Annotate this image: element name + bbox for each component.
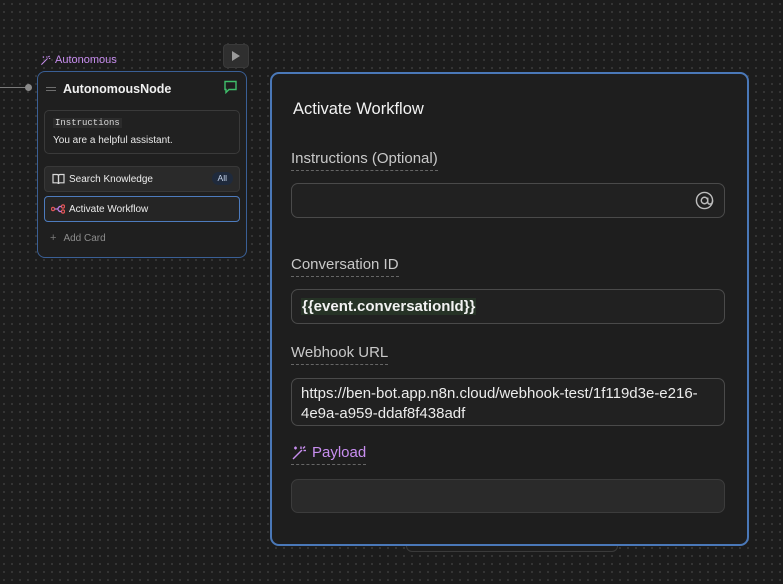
instructions-field-label: Instructions (Optional) bbox=[291, 150, 438, 171]
payload-label-text: Payload bbox=[312, 444, 367, 461]
instructions-card[interactable]: Instructions You are a helpful assistant… bbox=[44, 110, 240, 154]
play-icon bbox=[232, 51, 240, 61]
magic-wand-icon bbox=[292, 445, 306, 459]
activate-workflow-label: Activate Workflow bbox=[69, 203, 149, 215]
panel-title: Activate Workflow bbox=[293, 100, 424, 118]
conversation-id-label: Conversation ID bbox=[291, 256, 399, 277]
instructions-label: Instructions bbox=[53, 118, 122, 128]
drag-handle-icon[interactable] bbox=[46, 87, 56, 91]
book-icon bbox=[51, 172, 65, 186]
conversation-id-value: {{event.conversationId}} bbox=[301, 298, 477, 315]
chat-icon[interactable] bbox=[223, 80, 238, 94]
run-node-button[interactable] bbox=[223, 44, 249, 68]
conversation-id-field[interactable]: {{event.conversationId}} bbox=[291, 289, 725, 324]
node-title: AutonomousNode bbox=[63, 82, 172, 96]
node-type-tag: Autonomous bbox=[40, 54, 117, 66]
webhook-url-label: Webhook URL bbox=[291, 344, 389, 365]
search-knowledge-label: Search Knowledge bbox=[69, 173, 153, 185]
instructions-text: You are a helpful assistant. bbox=[53, 135, 173, 146]
magic-wand-icon bbox=[41, 55, 51, 65]
node-type-label: Autonomous bbox=[55, 54, 117, 66]
payload-label: Payload bbox=[291, 444, 367, 465]
search-knowledge-card[interactable]: Search Knowledge All bbox=[44, 166, 240, 192]
node-header: AutonomousNode bbox=[46, 80, 240, 98]
at-icon[interactable] bbox=[695, 191, 714, 210]
plus-icon: + bbox=[50, 232, 57, 244]
webhook-url-value: https://ben-bot.app.n8n.cloud/webhook-te… bbox=[301, 385, 698, 422]
webhook-url-field[interactable]: https://ben-bot.app.n8n.cloud/webhook-te… bbox=[291, 378, 725, 426]
edge-connector bbox=[0, 87, 28, 88]
autonomous-node[interactable]: AutonomousNode Instructions You are a he… bbox=[37, 71, 247, 258]
instructions-field[interactable] bbox=[291, 183, 725, 218]
scope-badge[interactable]: All bbox=[211, 172, 233, 185]
payload-field[interactable] bbox=[291, 479, 725, 513]
add-card-button[interactable]: + Add Card bbox=[50, 232, 106, 244]
activate-workflow-card[interactable]: Activate Workflow bbox=[44, 196, 240, 222]
workflow-icon bbox=[51, 202, 65, 216]
activate-workflow-panel: Activate Workflow Instructions (Optional… bbox=[270, 72, 749, 546]
add-card-label: Add Card bbox=[63, 232, 106, 244]
node-input-handle[interactable] bbox=[25, 84, 32, 91]
